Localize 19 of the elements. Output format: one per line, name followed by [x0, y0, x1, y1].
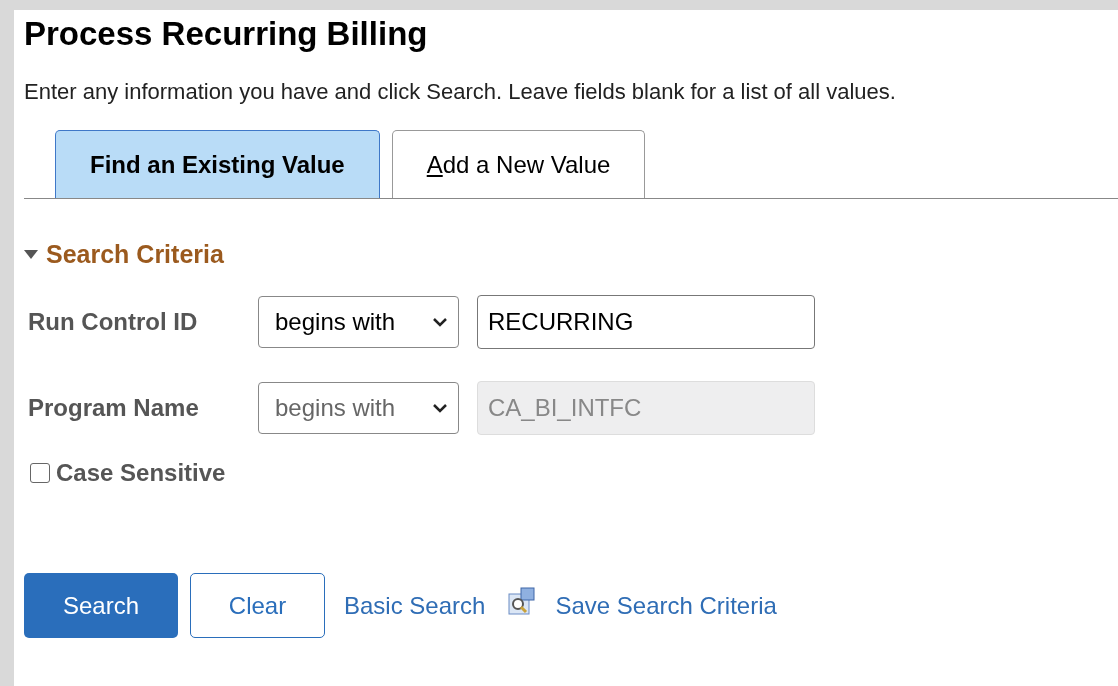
search-button[interactable]: Search	[24, 573, 178, 638]
clear-button[interactable]: Clear	[190, 573, 325, 638]
basic-search-link[interactable]: Basic Search	[344, 587, 486, 624]
instructions: Enter any information you have and click Search. Leave fields blank for a list of all values.	[24, 78, 896, 106]
field-label: Program Name	[28, 393, 200, 423]
page-title: Process Recurring Billing	[24, 14, 428, 54]
chevron-down-icon	[432, 317, 448, 327]
text-field[interactable]: RECURRING	[477, 295, 815, 349]
operator-select[interactable]: begins with	[258, 296, 459, 348]
field-label: Run Control ID	[28, 307, 199, 337]
tab[interactable]: Add a New Value	[391, 130, 646, 198]
checkbox[interactable]	[30, 463, 50, 483]
save-search-icon[interactable]	[507, 585, 538, 616]
case-sensitive-checkbox[interactable]: Case Sensitive	[24, 455, 226, 491]
save-search-criteria-link[interactable]: Save Search Criteria	[555, 587, 777, 624]
tab[interactable]: Find an Existing Value	[55, 130, 380, 198]
chevron-down-icon	[432, 403, 448, 413]
caret-down-icon	[24, 249, 38, 259]
section-toggle[interactable]: Search Criteria	[24, 239, 224, 269]
